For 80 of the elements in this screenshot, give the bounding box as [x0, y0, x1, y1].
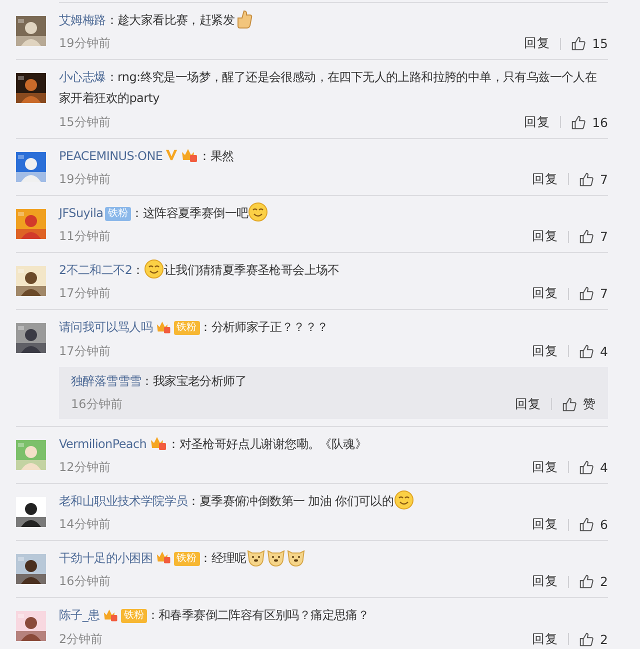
fan-badge: 铁粉 [174, 552, 200, 566]
like-button[interactable]: 16 [571, 114, 608, 130]
thumbs-up-icon [579, 172, 594, 187]
verified-v-icon [164, 148, 178, 162]
comment-text: VermilionPeach ：对圣枪哥好点儿谢谢您嘞。《队魂》 [59, 434, 368, 453]
thumbs-up-icon [579, 632, 594, 647]
timestamp: 19分钟前 [59, 35, 110, 52]
thumbs-up-icon [562, 396, 577, 412]
reply-link[interactable]: 回复 [532, 516, 558, 534]
like-button[interactable]: 6 [579, 517, 608, 532]
reply-link[interactable]: 回复 [532, 573, 558, 590]
like-button[interactable]: 7 [579, 229, 608, 244]
like-button[interactable]: 7 [579, 172, 608, 187]
like-button[interactable]: 赞 [562, 396, 596, 413]
crown-icon [150, 434, 168, 451]
thumbs-up-icon [571, 36, 586, 52]
like-button[interactable]: 15 [571, 36, 608, 52]
thumbs-up-icon [234, 9, 253, 30]
crown-icon [102, 606, 119, 623]
thumbs-up-icon [579, 344, 594, 359]
timestamp: 14分钟前 [59, 516, 110, 534]
comment-text: 2不二和二不2： 让我们猜猜夏季赛圣枪哥会上场不 [59, 260, 608, 282]
comment-text: JFSuyila 铁粉 ：这阵容夏季赛倒一吧 [59, 202, 608, 224]
thumbs-up-icon [579, 286, 594, 302]
reply-link[interactable]: 回复 [532, 342, 558, 360]
thumbs-up-icon [571, 114, 586, 130]
reply-link[interactable]: 回复 [532, 170, 558, 188]
fan-badge: 铁粉 [105, 206, 132, 221]
username-link[interactable]: 老和山职业技术学院学员 [59, 494, 188, 508]
username-link[interactable]: PEACEMINUS·ONE [59, 148, 163, 163]
reply-link[interactable]: 回复 [524, 35, 550, 52]
reply-link[interactable]: 回复 [515, 396, 541, 413]
like-button[interactable]: 2 [579, 632, 608, 647]
timestamp: 16分钟前 [71, 396, 122, 413]
username-link[interactable]: 小心志爆 [59, 70, 106, 84]
username-link[interactable]: VermilionPeach [59, 436, 147, 451]
crown-icon [156, 318, 172, 335]
like-button[interactable]: 7 [579, 286, 608, 302]
timestamp: 16分钟前 [59, 573, 110, 590]
username-link[interactable]: JFSuyila [59, 206, 104, 220]
comment-text: 独醉落雪雪雪：我家宝老分析师了 [71, 372, 248, 390]
username-link[interactable]: 2不二和二不2 [59, 263, 132, 278]
thumbs-up-icon [579, 229, 594, 244]
comment-text: 艾姆梅路：趁大家看比赛，赶紧发 [59, 10, 608, 32]
smiling-face-icon [144, 259, 164, 280]
reply-link[interactable]: 回复 [532, 228, 558, 246]
username-link[interactable]: 陈子_患 [59, 608, 100, 623]
comment-text: 干劲十足的小困困 铁粉 ：经理呢 [59, 548, 608, 570]
comment-text: PEACEMINUS·ONE ：果然 [59, 146, 235, 165]
comment-text: 老和山职业技术学院学员：夏季赛俯冲倒数第一 加油 你们可以的 [59, 490, 608, 512]
fan-badge: 铁粉 [120, 609, 147, 624]
timestamp: 11分钟前 [59, 228, 110, 246]
username-link[interactable]: 艾姆梅路 [59, 13, 106, 28]
timestamp: 12分钟前 [59, 458, 110, 476]
username-link[interactable]: 干劲十足的小困困 [59, 551, 153, 566]
timestamp: 2分钟前 [59, 630, 103, 648]
username-link[interactable]: 独醉落雪雪雪 [71, 374, 142, 388]
like-button[interactable]: 2 [579, 574, 608, 590]
comment-text: 小心志爆：rng:终究是一场梦，醒了还是会很感动，在四下无人的上路和拉胯的中单，只有乌兹一个人在家开着狂欢的party [59, 69, 598, 108]
thumbs-up-icon [579, 517, 594, 532]
crown-icon [156, 549, 172, 566]
username-link[interactable]: 请问我可以骂人吗 [59, 320, 153, 335]
smiling-face-icon [394, 490, 414, 510]
timestamp: 19分钟前 [59, 170, 110, 188]
thumbs-up-icon [579, 574, 594, 590]
reply-link[interactable]: 回复 [532, 458, 558, 476]
reply-link[interactable]: 回复 [532, 630, 558, 648]
fan-badge: 铁粉 [174, 321, 200, 336]
like-button[interactable]: 4 [579, 460, 608, 475]
timestamp: 17分钟前 [59, 285, 110, 302]
reply-link[interactable]: 回复 [524, 114, 550, 131]
smiling-face-icon [248, 202, 268, 222]
like-button[interactable]: 4 [579, 344, 608, 359]
timestamp: 17分钟前 [59, 342, 110, 360]
comment-text: 请问我可以骂人吗 铁粉 ：分析师家子正？？？？ [59, 318, 330, 338]
crown-icon [180, 146, 199, 163]
thumbs-up-icon [579, 460, 594, 475]
comment-text: 陈子_患 铁粉 ：和春季赛倒二阵容有区别吗？痛定思痛？ [59, 606, 370, 626]
timestamp: 15分钟前 [59, 114, 110, 131]
reply-link[interactable]: 回复 [532, 285, 558, 302]
